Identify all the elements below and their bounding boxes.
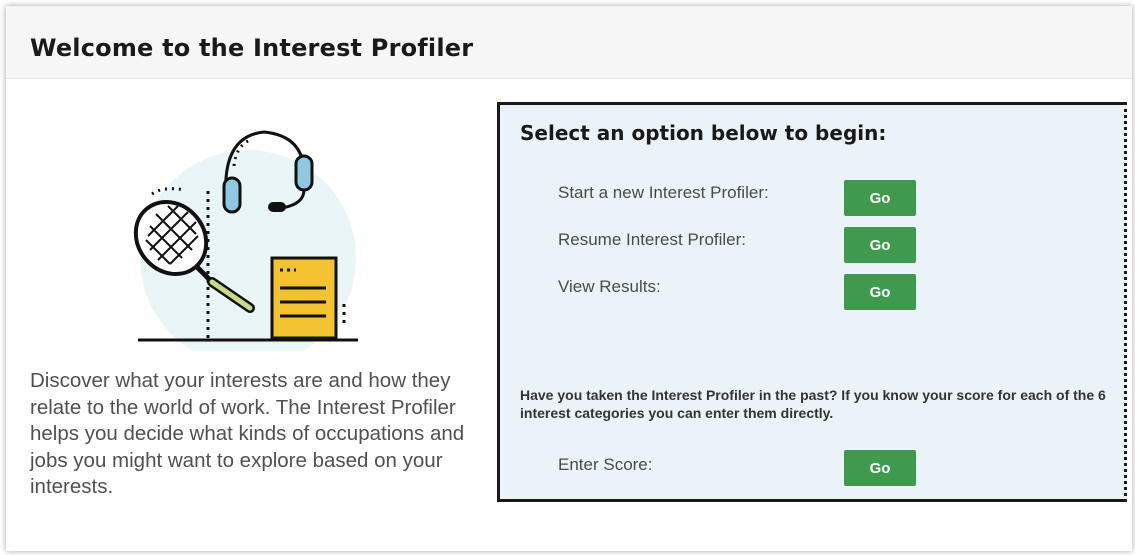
start-new-label: Start a new Interest Profiler: — [558, 183, 769, 202]
enter-score-label: Enter Score: — [558, 455, 653, 474]
options-heading: Select an option below to begin: — [520, 121, 887, 145]
options-panel: Select an option below to begin: Start a… — [497, 102, 1127, 502]
resume-go-button[interactable]: Go — [844, 227, 916, 263]
page-frame: Welcome to the Interest Profiler Discove… — [6, 6, 1132, 551]
start-new-go-button[interactable]: Go — [844, 180, 916, 216]
resume-label: Resume Interest Profiler: — [558, 230, 747, 249]
interest-illustration — [133, 130, 358, 351]
enter-score-go-button[interactable]: Go — [844, 450, 916, 486]
page-title: Welcome to the Interest Profiler — [30, 34, 474, 62]
past-profiler-text: Have you taken the Interest Profiler in … — [520, 387, 1106, 421]
document-icon — [270, 256, 346, 340]
intro-text: Discover what your interests are and how… — [30, 369, 465, 498]
view-results-go-button[interactable]: Go — [844, 274, 916, 310]
view-results-label: View Results: — [558, 277, 661, 296]
header: Welcome to the Interest Profiler — [6, 6, 1132, 79]
